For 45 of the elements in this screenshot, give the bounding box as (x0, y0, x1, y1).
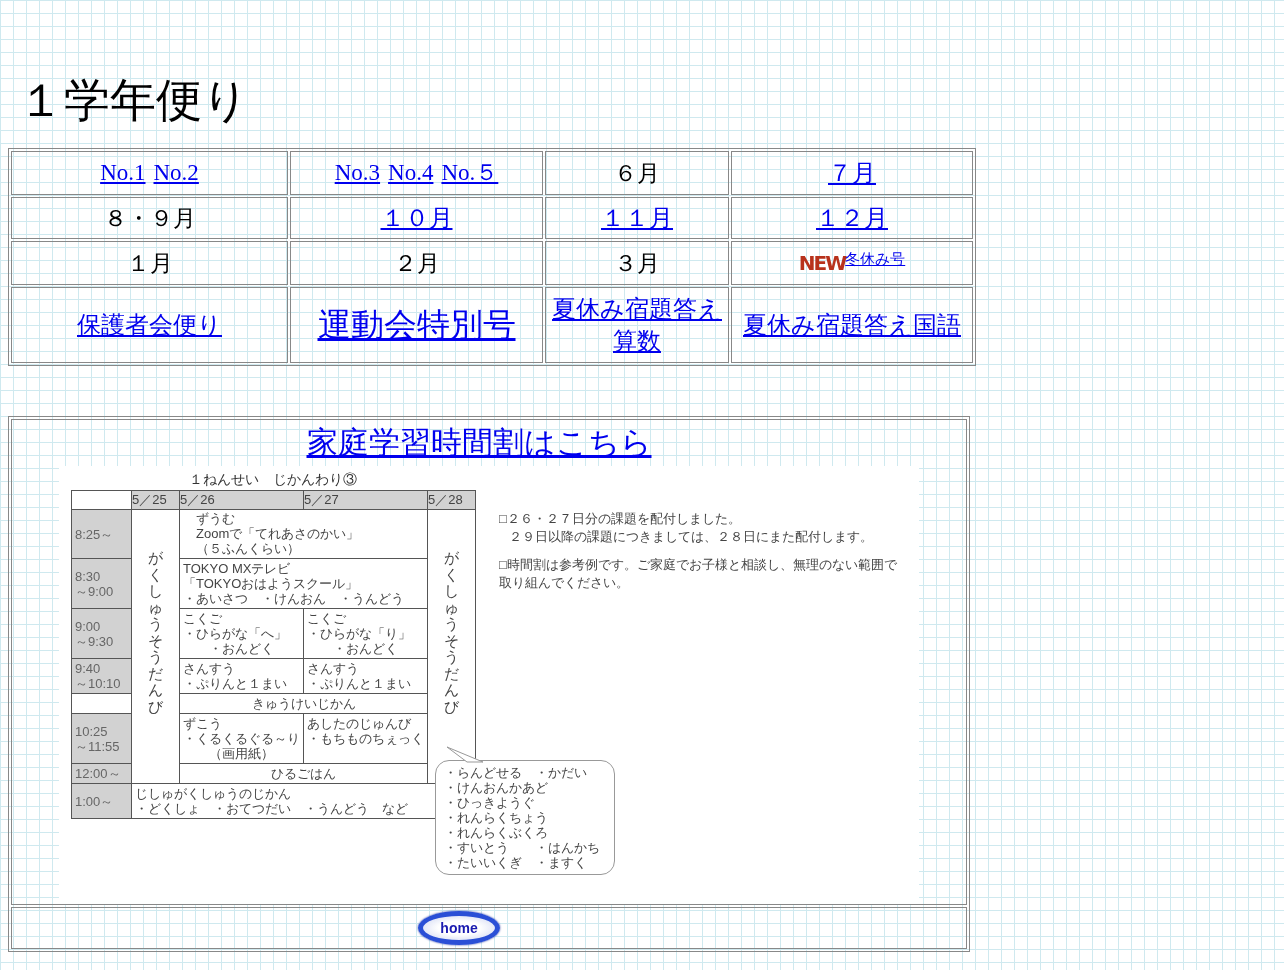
newsletter-link[interactable]: No.4 (388, 159, 434, 185)
newsletter-link[interactable]: No.3 (334, 159, 381, 185)
month-label: １月 (126, 249, 173, 276)
time-cell: 9:40 ～10:10 (71, 658, 132, 694)
newsletter-link[interactable]: 夏休み宿題答え国語 (743, 309, 961, 341)
new-label: NEW (798, 251, 846, 275)
cell-text: Zoomで「てれあさのかい」 (196, 526, 360, 541)
newsletter-link[interactable]: No.2 (153, 159, 199, 185)
time-cell: 12:00～ (71, 763, 132, 784)
newsletter-link[interactable]: No.1 (100, 159, 146, 185)
note-text: □２６・２７日分の課題を配付しました。 ２９日以降の課題につきましては、２８日にまた配付します。 (499, 510, 874, 546)
newsletter-link[interactable]: 保護者会便り (77, 309, 222, 341)
newsletter-link[interactable]: 夏休み宿題答え算数 (546, 293, 728, 357)
newsletter-link[interactable]: 冬休み号 (845, 250, 906, 267)
timetable-cell: さんすう ・ぷりんと１まい (179, 658, 304, 694)
newsletter-link[interactable]: １２月 (816, 202, 888, 234)
newsletter-link[interactable]: ７月 (828, 157, 876, 189)
cell-text: （５ふんくらい） (196, 541, 300, 556)
time-cell: 1:00～ (71, 783, 132, 819)
date-header: 5／27 (303, 490, 428, 510)
speech-bubble: ・らんどせる ・かだい ・けんおんかあど ・ひっきようぐ ・れんらくちょう ・れんらくぶくろ ・すいとう ・はんかち ・たいいくぎ ・ますく (435, 760, 615, 875)
note-text: □時間割は参考例です。ご家庭でお子様と相談し、無理のない範囲で取り組んでください。 (499, 556, 898, 592)
month-label: ８・９月 (103, 204, 196, 231)
time-cell: 8:30 ～9:00 (71, 558, 132, 609)
timetable-cell: こくご ・ひらがな「へ」 ・おんどく (179, 608, 304, 659)
ruby-text: ずうむ (196, 512, 235, 526)
month-label: ３月 (614, 249, 660, 276)
time-cell: 9:00 ～9:30 (71, 608, 132, 659)
date-header: 5／25 (131, 490, 180, 510)
date-header: 5／26 (179, 490, 304, 510)
month-label: ２月 (393, 249, 440, 276)
newsletter-link[interactable]: 運動会特別号 (317, 306, 516, 344)
time-cell: 10:25 ～11:55 (71, 713, 132, 764)
newsletter-link[interactable]: No.５ (441, 159, 499, 185)
month-label: ６月 (614, 159, 660, 186)
date-header: 5／28 (427, 490, 476, 510)
timetable-title: １ねんせい じかんわり③ (188, 470, 358, 488)
newsletter-link[interactable]: １１月 (601, 202, 673, 234)
bubble-tail-icon (445, 746, 485, 763)
time-cell: 8:25～ (71, 509, 132, 559)
newsletter-link[interactable]: １０月 (380, 202, 453, 234)
timetable-link[interactable]: 家庭学習時間割はこちら (306, 425, 652, 460)
home-button[interactable]: home (418, 911, 500, 945)
timetable-cell: ずこう ・くるくるぐる～り （画用紙） (179, 713, 304, 764)
page-title: １学年便り (17, 73, 250, 126)
